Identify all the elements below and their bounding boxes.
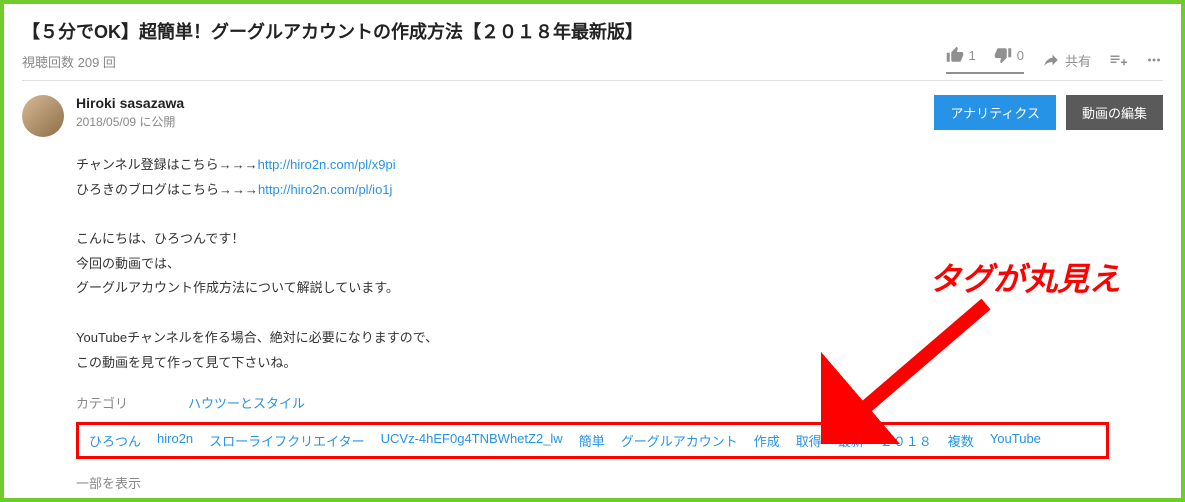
tag-item[interactable]: hiro2n [157,431,193,450]
tag-item[interactable]: YouTube [990,431,1041,450]
thumbs-up-icon [946,46,964,64]
share-button[interactable]: 共有 [1042,51,1091,70]
like-count: 1 [969,48,976,63]
more-horiz-icon [1145,51,1163,69]
tag-item[interactable]: ２０１８ [880,431,932,450]
tag-item[interactable]: UCVz-4hEF0g4TNBWhetZ2_lw [381,431,563,450]
tag-item[interactable]: 複数 [948,431,974,450]
playlist-add-icon [1109,51,1127,69]
share-icon [1042,51,1060,69]
edit-video-button[interactable]: 動画の編集 [1066,95,1163,130]
video-title: 【５分でOK】超簡単！グーグルアカウントの作成方法【２０１８年最新版】 [22,18,643,44]
more-button[interactable] [1145,51,1163,69]
tag-item[interactable]: スローライフクリエイター [209,431,364,450]
thumbs-down-icon [994,46,1012,64]
tags-container: ひろつん hiro2n スローライフクリエイター UCVz-4hEF0g4TNBWhe… [76,422,1109,459]
tag-item[interactable]: 作成 [754,431,780,450]
tag-item[interactable]: グーグルアカウント [621,431,738,450]
tag-item[interactable]: 取得 [796,431,822,450]
dislike-count: 0 [1017,48,1024,63]
channel-subscribe-link[interactable]: http://hiro2n.com/pl/x9pi [258,157,396,172]
view-count: 視聴回数 209 回 [22,52,643,71]
actions-bar: 1 0 共有 [946,46,1163,74]
tag-item[interactable]: ひろつん [89,431,141,450]
analytics-button[interactable]: アナリティクス [934,95,1056,130]
category-value[interactable]: ハウツーとスタイル [188,393,305,412]
blog-link[interactable]: http://hiro2n.com/pl/io1j [258,182,392,197]
channel-name[interactable]: Hiroki sasazawa [76,95,922,111]
publish-date: 2018/05/09 に公開 [76,113,922,130]
show-less-button[interactable]: 一部を表示 [76,473,1163,492]
share-label: 共有 [1065,51,1091,70]
dislike-button[interactable]: 0 [994,46,1024,64]
category-label: カテゴリ [76,393,128,412]
tag-item[interactable]: 最新 [838,431,864,450]
video-description: チャンネル登録はこちら→→→http://hiro2n.com/pl/x9pi … [76,153,1163,375]
tag-item[interactable]: 簡単 [579,431,605,450]
add-to-button[interactable] [1109,51,1127,69]
like-button[interactable]: 1 [946,46,976,64]
avatar[interactable] [22,95,64,137]
